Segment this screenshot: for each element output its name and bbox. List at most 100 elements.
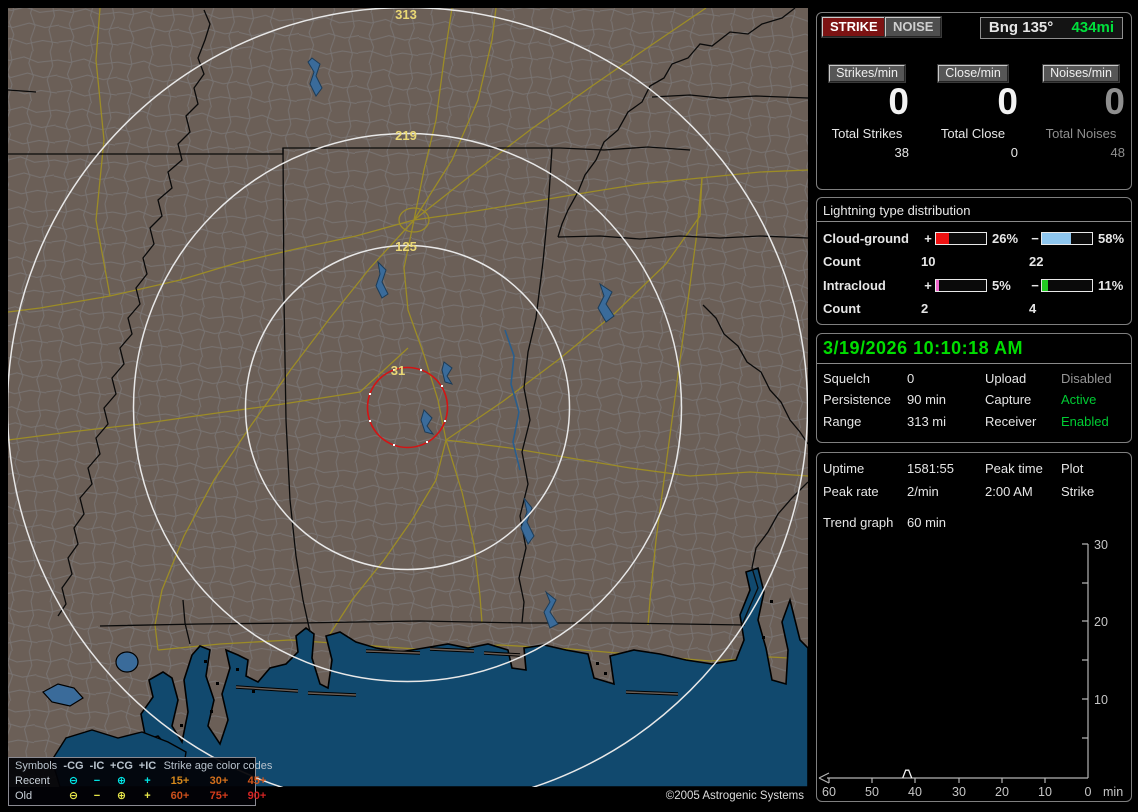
ring-label-219: 219 (395, 128, 417, 143)
total-noises-value: 48 (1110, 145, 1125, 160)
close-rate-value: 0 (997, 81, 1018, 122)
legend-col-pos-cg: +CG (110, 760, 133, 772)
x-axis-unit: min (1103, 785, 1123, 799)
plus-sign: + (924, 278, 932, 293)
legend-symbols-header: Symbols (15, 760, 58, 772)
trend-spike (902, 769, 913, 779)
y-tick-10: 10 (1094, 693, 1108, 707)
status-groupbox: 3/19/2026 10:10:18 AM Squelch 0 Upload D… (816, 333, 1132, 443)
legend-row-old-label: Old (15, 790, 33, 802)
squelch-row: Squelch 0 Upload Disabled (817, 371, 1131, 386)
cg-count-label: Count (823, 254, 861, 269)
ic-negative-fill (1042, 280, 1048, 291)
bearing-display: Bng 135° 434mi (979, 17, 1123, 39)
x-tick-50: 50 (865, 785, 879, 799)
legend-row-recent-label: Recent (15, 775, 50, 787)
capture-status: Active (1061, 392, 1097, 407)
range-label: Range (823, 413, 862, 429)
ring-label-125: 125 (395, 239, 417, 254)
receiver-status: Enabled (1061, 413, 1109, 429)
pos-ic-recent-icon: + (144, 775, 151, 787)
rates-groupbox: STRIKE NOISE Bng 135° 434mi Strikes/min … (816, 12, 1132, 190)
persistence-value: 90 min (907, 392, 947, 407)
cg-negative-count: 22 (1029, 254, 1044, 269)
age-15: 15+ (170, 775, 190, 787)
receiver-label: Receiver (985, 413, 1037, 429)
x-tick-10: 10 (1038, 785, 1052, 799)
noise-mode-button[interactable]: NOISE (885, 17, 942, 37)
neg-ic-old-icon: − (93, 790, 101, 802)
x-tick-60: 60 (822, 785, 836, 799)
total-noises-label: Total Noises (1045, 126, 1117, 141)
bearing-value: Bng 135° (988, 19, 1054, 36)
close-column: Close/min 0 Total Close 0 (926, 64, 1020, 160)
strikes-column: Strikes/min 0 Total Strikes 38 (823, 64, 911, 160)
strike-mode-button[interactable]: STRIKE (822, 17, 886, 37)
pos-cg-old-icon: ⊕ (116, 790, 127, 802)
total-close-label: Total Close (940, 126, 1006, 141)
total-strikes-value: 38 (894, 145, 909, 160)
cg-positive-pct: 26% (992, 231, 1019, 246)
legend-col-neg-cg: -CG (63, 760, 84, 772)
persistence-row: Persistence 90 min Capture Active (817, 392, 1131, 407)
strikes-per-min-button[interactable]: Strikes/min (829, 65, 905, 82)
ic-negative-pct: 11% (1098, 278, 1124, 293)
cloud-ground-count-row: Count 10 22 (817, 254, 1131, 269)
map-legend: Symbols -CG -IC +CG +IC Strike age color… (8, 757, 272, 806)
x-tick-40: 40 (908, 785, 922, 799)
cg-positive-fill (936, 233, 949, 244)
total-close-value: 0 (1010, 145, 1018, 160)
persistence-label: Persistence (823, 392, 891, 407)
ic-negative-bar (1041, 279, 1093, 292)
range-row: Range 313 mi Receiver Enabled (817, 414, 1131, 429)
age-75: 75+ (209, 790, 229, 802)
lightning-map[interactable]: 313 219 125 31 (8, 8, 808, 787)
minus-sign: − (1031, 278, 1039, 293)
ic-count-label: Count (823, 301, 861, 316)
noises-column: Noises/min 0 Total Noises 48 (1035, 64, 1127, 160)
neg-ic-recent-icon: − (93, 775, 101, 787)
datetime-display: 3/19/2026 10:10:18 AM (817, 334, 1131, 364)
legend-col-pos-ic: +IC (138, 760, 157, 772)
trend-groupbox: Uptime 1581:55 Peak time Plot Peak rate … (816, 452, 1132, 802)
distribution-groupbox: Lightning type distribution Cloud-ground… (816, 197, 1132, 325)
close-per-min-button[interactable]: Close/min (938, 65, 1008, 82)
pos-ic-old-icon: + (144, 790, 151, 802)
ic-positive-fill (936, 280, 939, 291)
y-tick-30: 30 (1094, 538, 1108, 552)
plus-sign: + (924, 231, 932, 246)
cg-positive-bar (935, 232, 987, 245)
age-45: 45+ (247, 775, 267, 787)
x-tick-0: 0 (1085, 785, 1092, 799)
ring-label-313: 313 (395, 8, 417, 22)
age-90: 90+ (247, 790, 267, 802)
cg-negative-fill (1042, 233, 1071, 244)
ic-positive-count: 2 (921, 301, 929, 316)
intracloud-label: Intracloud (823, 278, 886, 293)
ic-positive-pct: 5% (992, 278, 1011, 293)
cloud-ground-row: Cloud-ground + 26% − 58% (817, 231, 1131, 246)
neg-cg-recent-icon: ⊖ (68, 775, 79, 787)
ic-negative-count: 4 (1029, 301, 1037, 316)
map-canvas: 313 219 125 31 (8, 8, 808, 787)
copyright-text: ©2005 Astrogenic Systems (665, 790, 804, 802)
bearing-distance: 434mi (1071, 19, 1114, 36)
distribution-title: Lightning type distribution (817, 198, 1131, 222)
strikes-rate-value: 0 (888, 81, 909, 122)
neg-cg-old-icon: ⊖ (68, 790, 79, 802)
age-60: 60+ (170, 790, 190, 802)
noises-per-min-button[interactable]: Noises/min (1043, 65, 1119, 82)
squelch-label: Squelch (823, 370, 870, 386)
legend-age-header: Strike age color codes (163, 760, 273, 772)
pos-cg-recent-icon: ⊕ (116, 775, 127, 787)
legend-col-neg-ic: -IC (89, 760, 105, 772)
x-tick-20: 20 (995, 785, 1009, 799)
x-tick-30: 30 (952, 785, 966, 799)
range-value: 313 mi (907, 413, 947, 429)
noises-rate-value: 0 (1104, 81, 1125, 122)
y-tick-20: 20 (1094, 615, 1108, 629)
total-strikes-label: Total Strikes (831, 126, 903, 141)
trend-chart: 30 20 10 60 50 40 30 20 10 0 min (818, 538, 1123, 799)
upload-status: Disabled (1061, 370, 1112, 386)
cg-positive-count: 10 (921, 254, 936, 269)
